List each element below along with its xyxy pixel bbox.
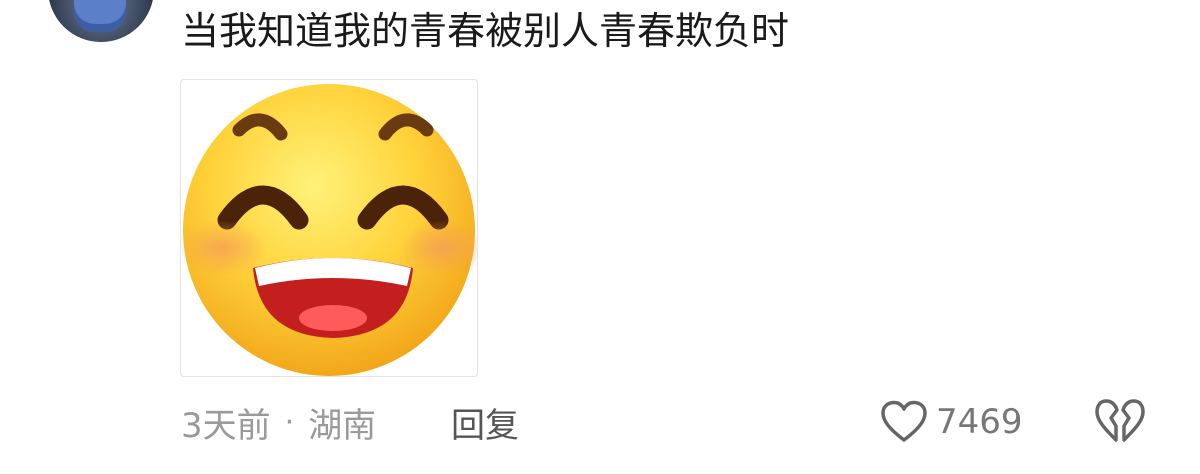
comment-text: 当我知道我的青春被别人青春欺负时 [181,9,790,53]
meta-separator: · [284,404,295,440]
dislike-button[interactable] [1094,398,1146,446]
laughing-emoji-icon [181,84,477,376]
heart-icon [881,400,927,442]
broken-heart-icon [1095,399,1145,442]
like-button[interactable]: 7469 [880,396,1023,448]
comment-meta: 3天前 · 湖南 [181,396,376,448]
comment-time: 3天前 [181,405,271,446]
avatar-figure [74,0,126,32]
like-count: 7469 [936,402,1023,442]
sticker-image[interactable] [180,79,478,377]
reply-button[interactable]: 回复 [451,396,519,448]
comment-location: 湖南 [308,405,377,446]
user-avatar[interactable] [48,0,154,42]
